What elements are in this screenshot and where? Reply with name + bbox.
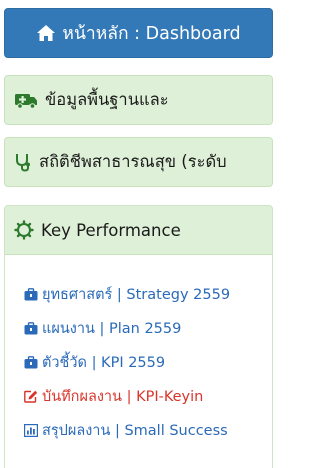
- panel-basic-data-label: ข้อมูลพื้นฐานและ: [45, 90, 169, 109]
- menu-item-strategy[interactable]: ยุทธศาสตร์ | Strategy 2559: [24, 284, 230, 304]
- menu-item-plan[interactable]: แผนงาน | Plan 2559: [24, 318, 230, 338]
- dashboard-label: หน้าหลัก : Dashboard: [62, 24, 241, 44]
- briefcase-icon: [24, 355, 38, 369]
- menu-item-small-success[interactable]: สรุปผลงาน | Small Success: [24, 420, 230, 440]
- menu-item-kpi-keyin-label: บันทึกผลงาน | KPI-Keyin: [42, 388, 204, 405]
- stethoscope-icon: [14, 152, 32, 172]
- key-performance-header[interactable]: Key Performance: [5, 206, 272, 255]
- key-performance-panel: Key Performance ยุทธศาสตร์ | Strategy 25…: [4, 205, 273, 468]
- panel-basic-data[interactable]: ข้อมูลพื้นฐานและ: [4, 75, 273, 125]
- key-performance-title: Key Performance: [41, 220, 181, 240]
- menu-item-small-success-label: สรุปผลงาน | Small Success: [42, 422, 228, 439]
- panel-health-statistics-label: สถิติชีพสาธารณสุข (ระดับ: [39, 152, 227, 171]
- menu-item-kpi-keyin[interactable]: บันทึกผลงาน | KPI-Keyin: [24, 386, 230, 406]
- edit-icon: [24, 390, 38, 403]
- menu-item-kpi[interactable]: ตัวชี้วัด | KPI 2559: [24, 352, 230, 372]
- gear-icon: [14, 220, 34, 240]
- menu-item-kpi-label: ตัวชี้วัด | KPI 2559: [42, 354, 166, 371]
- briefcase-icon: [24, 321, 38, 335]
- menu-item-strategy-label: ยุทธศาสตร์ | Strategy 2559: [42, 286, 231, 303]
- menu-item-plan-label: แผนงาน | Plan 2559: [42, 320, 182, 337]
- home-icon: [36, 24, 56, 42]
- ambulance-icon: [14, 91, 38, 109]
- bar-chart-icon: [24, 423, 38, 437]
- kpi-menu: ยุทธศาสตร์ | Strategy 2559 แผนงาน | Plan…: [24, 284, 230, 454]
- dashboard-button[interactable]: หน้าหลัก : Dashboard: [4, 8, 273, 58]
- panel-health-statistics[interactable]: สถิติชีพสาธารณสุข (ระดับ: [4, 137, 273, 187]
- briefcase-icon: [24, 287, 38, 301]
